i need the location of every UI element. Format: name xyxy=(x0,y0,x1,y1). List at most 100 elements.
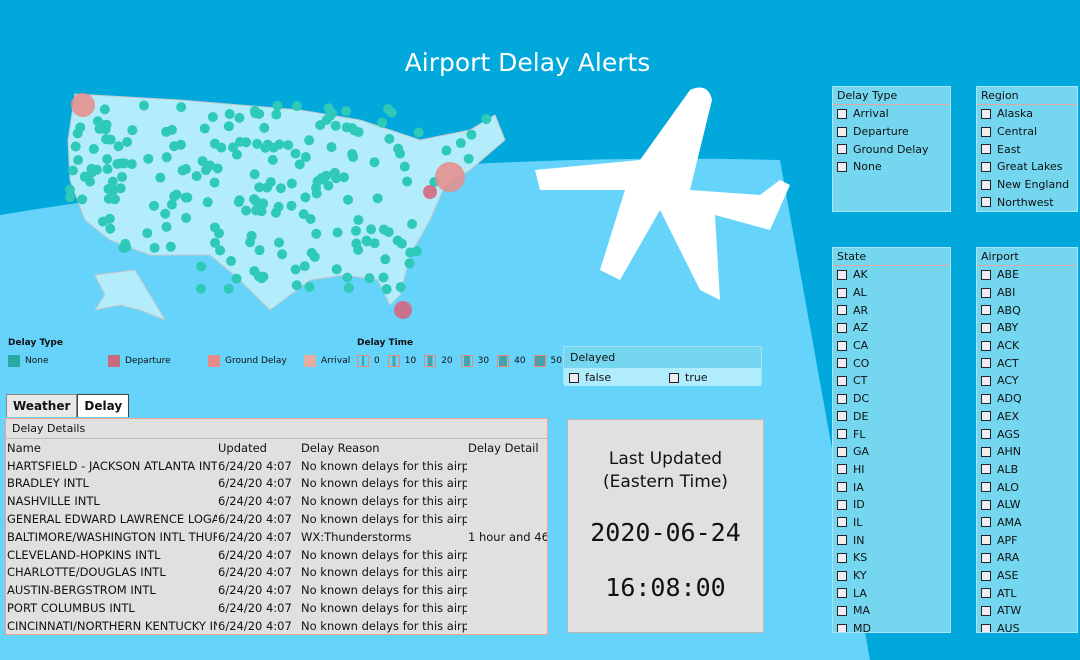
airport-marker[interactable] xyxy=(291,101,302,112)
filter-item[interactable]: HI xyxy=(833,461,950,479)
checkbox[interactable] xyxy=(837,482,847,493)
airport-marker[interactable] xyxy=(463,153,474,164)
airport-marker[interactable] xyxy=(321,115,332,126)
airport-marker[interactable] xyxy=(348,152,359,163)
airport-marker[interactable] xyxy=(369,157,380,168)
airport-marker[interactable] xyxy=(149,200,160,211)
airport-marker[interactable] xyxy=(119,158,130,169)
airport-marker[interactable] xyxy=(117,171,128,182)
airport-marker[interactable] xyxy=(197,156,208,167)
airport-marker[interactable] xyxy=(455,138,466,149)
airport-marker[interactable] xyxy=(77,194,88,205)
airport-marker[interactable] xyxy=(79,171,90,182)
airport-marker[interactable] xyxy=(97,216,108,227)
checkbox[interactable] xyxy=(837,535,847,546)
checkbox[interactable] xyxy=(981,570,991,581)
airport-marker[interactable] xyxy=(254,245,265,256)
table-row[interactable]: CLEVELAND-HOPKINS INTL 6/24/20 4:07 No kno… xyxy=(6,546,547,564)
airport-marker[interactable] xyxy=(161,152,172,163)
airport-marker[interactable] xyxy=(142,228,153,239)
filter-item[interactable]: CT xyxy=(833,372,950,390)
airport-marker[interactable] xyxy=(226,256,237,267)
airport-marker[interactable] xyxy=(176,102,187,113)
airport-marker[interactable] xyxy=(165,241,176,252)
airport-marker[interactable] xyxy=(161,221,172,232)
delayed-airport-marker[interactable] xyxy=(71,93,95,117)
airport-marker[interactable] xyxy=(224,108,235,119)
airport-marker[interactable] xyxy=(299,261,310,272)
filter-item[interactable]: MD xyxy=(833,620,950,632)
airport-marker[interactable] xyxy=(113,141,124,152)
checkbox[interactable] xyxy=(569,372,579,383)
checkbox[interactable] xyxy=(837,161,847,172)
checkbox[interactable] xyxy=(837,358,847,369)
filter-item[interactable]: AL xyxy=(833,284,950,302)
airport-marker[interactable] xyxy=(466,129,477,140)
airport-marker[interactable] xyxy=(277,249,288,260)
airport-marker[interactable] xyxy=(267,154,278,165)
airport-marker[interactable] xyxy=(259,122,270,133)
airport-marker[interactable] xyxy=(283,140,294,151)
checkbox[interactable] xyxy=(981,287,991,298)
airport-marker[interactable] xyxy=(180,164,191,175)
airport-marker[interactable] xyxy=(181,212,192,223)
airport-marker[interactable] xyxy=(441,145,452,156)
checkbox[interactable] xyxy=(981,108,991,119)
checkbox[interactable] xyxy=(981,144,991,155)
airport-marker[interactable] xyxy=(366,224,377,235)
checkbox[interactable] xyxy=(837,517,847,528)
airport-marker[interactable] xyxy=(105,134,116,145)
airport-marker[interactable] xyxy=(234,195,245,206)
filter-item[interactable]: ACY xyxy=(977,372,1077,390)
checkbox[interactable] xyxy=(837,605,847,616)
airport-marker[interactable] xyxy=(169,141,180,152)
filter-item[interactable]: ARA xyxy=(977,549,1077,567)
tab-delay[interactable]: Delay xyxy=(77,394,130,417)
airport-marker[interactable] xyxy=(395,282,406,293)
airport-marker[interactable] xyxy=(216,142,227,153)
filter-item[interactable]: GA xyxy=(833,443,950,461)
airport-marker[interactable] xyxy=(223,283,234,294)
filter-item[interactable]: ATL xyxy=(977,584,1077,602)
checkbox[interactable] xyxy=(981,340,991,351)
filter-item[interactable]: APF xyxy=(977,531,1077,549)
airport-marker[interactable] xyxy=(343,194,354,205)
delayed-option-false[interactable]: false xyxy=(569,371,669,384)
checkbox[interactable] xyxy=(837,623,847,632)
checkbox[interactable] xyxy=(837,570,847,581)
airport-marker[interactable] xyxy=(321,170,332,181)
checkbox[interactable] xyxy=(837,429,847,440)
airport-marker[interactable] xyxy=(306,247,317,258)
tab-weather[interactable]: Weather xyxy=(6,394,78,417)
airport-marker[interactable] xyxy=(405,247,416,258)
column-header[interactable]: Name xyxy=(6,439,217,457)
filter-item[interactable]: ATW xyxy=(977,602,1077,620)
airport-marker[interactable] xyxy=(273,201,284,212)
column-header[interactable]: Delay Detail xyxy=(467,439,547,457)
filter-item[interactable]: ALW xyxy=(977,496,1077,514)
airport-marker[interactable] xyxy=(262,182,273,193)
airport-marker[interactable] xyxy=(251,205,262,216)
airport-marker[interactable] xyxy=(73,155,84,166)
checkbox[interactable] xyxy=(981,161,991,172)
airport-marker[interactable] xyxy=(290,264,301,275)
airport-marker[interactable] xyxy=(331,264,342,275)
airport-marker[interactable] xyxy=(103,193,114,204)
airport-marker[interactable] xyxy=(353,127,364,138)
airport-marker[interactable] xyxy=(155,172,166,183)
checkbox[interactable] xyxy=(981,588,991,599)
airport-marker[interactable] xyxy=(105,223,116,234)
airport-marker[interactable] xyxy=(241,137,252,148)
airport-marker[interactable] xyxy=(304,281,315,292)
airport-marker[interactable] xyxy=(191,171,202,182)
checkbox[interactable] xyxy=(981,197,991,208)
airport-marker[interactable] xyxy=(202,197,213,208)
airport-marker[interactable] xyxy=(286,178,297,189)
table-row[interactable]: BALTIMORE/WASHINGTON INTL THURGOOD MARSH… xyxy=(6,528,547,546)
checkbox[interactable] xyxy=(981,358,991,369)
filter-item[interactable]: AR xyxy=(833,301,950,319)
airport-marker[interactable] xyxy=(399,161,410,172)
airport-marker[interactable] xyxy=(380,254,391,265)
checkbox[interactable] xyxy=(837,464,847,475)
filter-item[interactable]: AHN xyxy=(977,443,1077,461)
